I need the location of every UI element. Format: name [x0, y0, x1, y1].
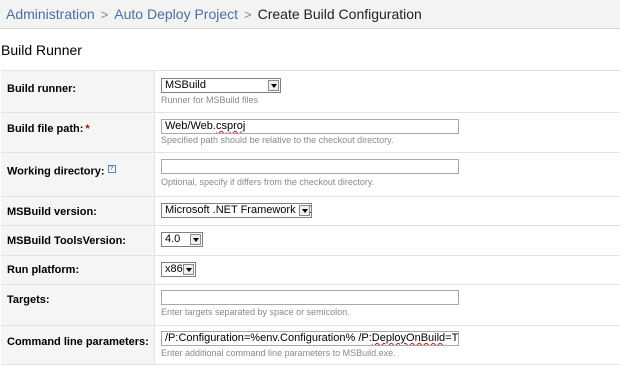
tools-version-select[interactable]: 4.0: [161, 232, 203, 247]
msbuild-version-select[interactable]: Microsoft .NET Framework 4.0: [161, 203, 312, 218]
targets-label: Targets:: [7, 294, 50, 306]
build-runner-label: Build runner:: [7, 83, 77, 95]
label-cell: Build file path: *: [1, 113, 155, 152]
build-file-path-label: Build file path: *: [7, 123, 90, 135]
label-cell: Build runner:: [1, 71, 155, 112]
build-file-path-hint: Specified path should be relative to the…: [161, 135, 394, 145]
help-icon[interactable]: ?: [107, 165, 116, 173]
tools-version-label: MSBuild ToolsVersion:: [7, 235, 126, 247]
label-cell: MSBuild ToolsVersion:: [1, 226, 155, 255]
build-file-path-input[interactable]: Web/Web.csproj: [161, 119, 459, 134]
run-platform-value: x86: [165, 263, 183, 275]
run-platform-label: Run platform:: [7, 264, 80, 276]
label-cell: Working directory:?: [1, 153, 155, 196]
label-cell: Targets:: [1, 285, 155, 325]
breadcrumb: Administration > Auto Deploy Project > C…: [0, 0, 620, 29]
working-directory-row: Working directory:? Optional, specify if…: [1, 152, 620, 196]
breadcrumb-current-page: Create Build Configuration: [257, 6, 422, 22]
chevron-down-icon: [183, 264, 194, 275]
targets-input[interactable]: [161, 290, 459, 305]
targets-row: Targets: Enter targets separated by spac…: [1, 284, 620, 325]
label-cell: Command line parameters:: [1, 326, 155, 364]
chevron-down-icon: [190, 234, 201, 245]
command-line-row: Command line parameters: /P:Configuratio…: [1, 325, 620, 364]
msbuild-version-value: Microsoft .NET Framework 4.0: [165, 204, 312, 216]
working-directory-label: Working directory:?: [7, 165, 116, 178]
msbuild-version-label: MSBuild version:: [7, 206, 97, 218]
targets-hint: Enter targets separated by space or semi…: [161, 307, 350, 317]
build-runner-hint: Runner for MSBuild files: [161, 95, 259, 105]
breadcrumb-administration-link[interactable]: Administration: [6, 6, 95, 22]
working-directory-input[interactable]: [161, 159, 459, 174]
breadcrumb-separator: >: [100, 6, 109, 22]
build-file-path-row: Build file path: * Web/Web.csproj Specifi…: [1, 112, 620, 152]
command-line-input[interactable]: /P:Configuration=%env.Configuration% /P:…: [161, 331, 459, 346]
required-marker: *: [85, 123, 90, 135]
command-line-label: Command line parameters:: [7, 336, 149, 348]
section-title: Build Runner: [1, 42, 82, 58]
command-line-hint: Enter additional command line parameters…: [161, 348, 396, 358]
build-runner-value: MSBuild: [165, 79, 206, 91]
chevron-down-icon: [268, 80, 279, 91]
build-runner-select[interactable]: MSBuild: [161, 78, 281, 93]
build-runner-row: Build runner: MSBuild Runner for MSBuild…: [1, 70, 620, 112]
run-platform-select[interactable]: x86: [161, 262, 196, 277]
working-directory-hint: Optional, specify if differs from the ch…: [161, 177, 375, 187]
label-cell: MSBuild version:: [1, 197, 155, 225]
msbuild-version-row: MSBuild version: Microsoft .NET Framewor…: [1, 196, 620, 225]
chevron-down-icon: [299, 205, 310, 216]
breadcrumb-separator: >: [244, 6, 252, 22]
divider: [1, 364, 620, 365]
tools-version-row: MSBuild ToolsVersion: 4.0: [1, 225, 620, 255]
label-cell: Run platform:: [1, 256, 155, 284]
run-platform-row: Run platform: x86: [1, 255, 620, 284]
tools-version-value: 4.0: [165, 233, 181, 245]
breadcrumb-project-link[interactable]: Auto Deploy Project: [114, 6, 238, 22]
